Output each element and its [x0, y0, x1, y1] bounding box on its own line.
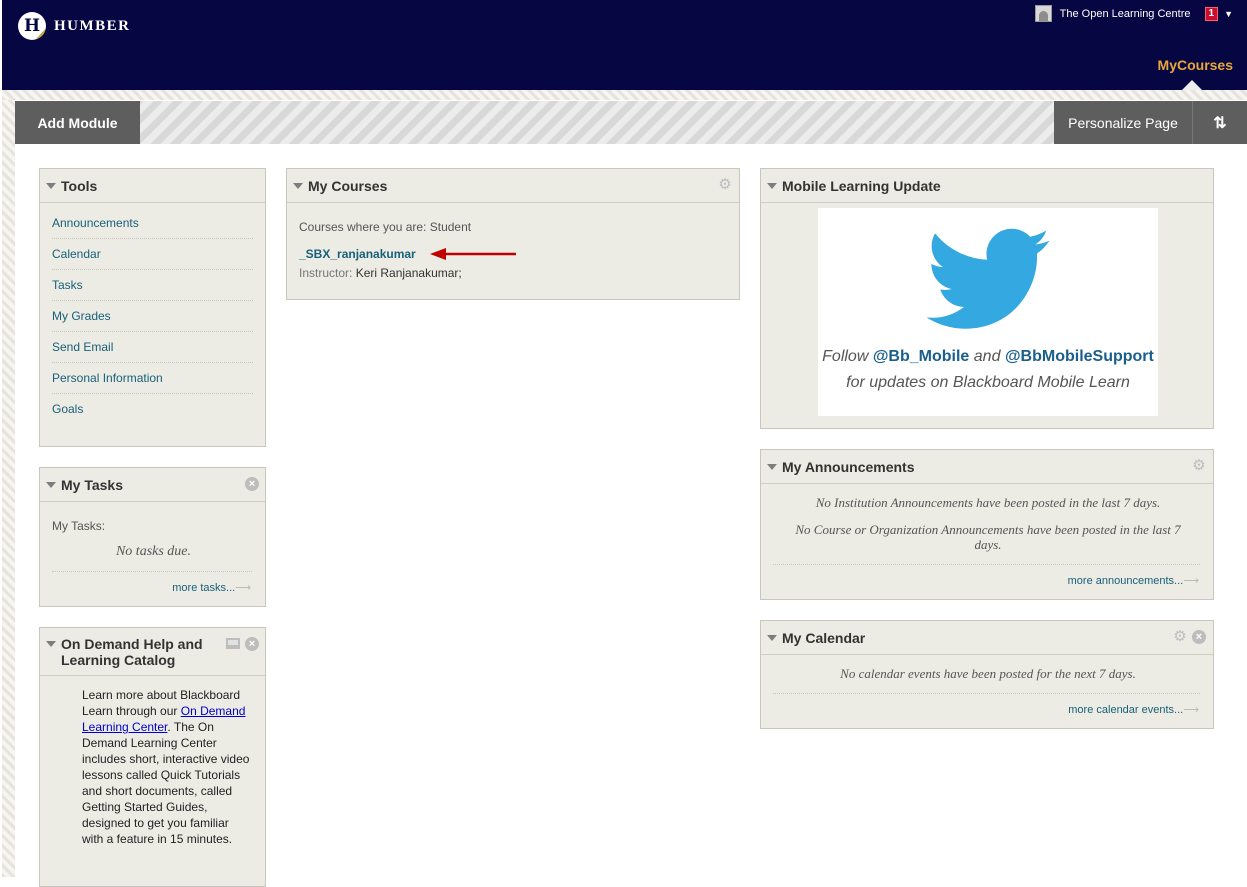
more-link-label: more calendar events... — [1068, 704, 1184, 716]
more-tasks-link[interactable]: more tasks...⟶ — [172, 581, 251, 594]
my-courses-module: My Courses ⚙ Courses where you are: Stud… — [286, 168, 740, 300]
mobile-learning-module: Mobile Learning Update Follow @Bb_Mobile… — [760, 168, 1214, 429]
module-title: Tools — [61, 177, 98, 194]
on-demand-description: Learn more about Blackboard Learn throug… — [82, 687, 252, 847]
announcements-course-text: No Course or Organization Announcements … — [795, 522, 1181, 552]
popout-window-icon[interactable] — [226, 638, 240, 649]
mobile-promo-image[interactable]: Follow @Bb_Mobile and @BbMobileSupport f… — [818, 208, 1158, 416]
module-title: My Tasks — [61, 476, 123, 493]
course-link[interactable]: _SBX_ranjanakumar — [299, 247, 416, 261]
my-announcements-module: My Announcements ⚙ No Institution Announ… — [760, 449, 1214, 600]
module-title-line1: On Demand Help and — [61, 636, 203, 652]
on-demand-help-module: On Demand Help and Learning Catalog × Le… — [39, 627, 266, 887]
module-header[interactable]: On Demand Help and Learning Catalog × — [40, 628, 265, 676]
user-name[interactable]: The Open Learning Centre — [1060, 8, 1191, 20]
decorative-border-left — [2, 100, 15, 877]
module-title-line2: Learning Catalog — [61, 652, 176, 668]
user-menu[interactable]: The Open Learning Centre 1 ▼ — [1034, 5, 1233, 22]
decorative-border-top — [2, 90, 1247, 100]
top-banner: H HUMBER The Open Learning Centre 1 ▼ My… — [2, 0, 1247, 91]
arrow-right-icon: ⟶ — [235, 582, 251, 594]
tasks-label: My Tasks: — [52, 519, 106, 533]
instructor-line: Instructor: Keri Ranjanakumar; — [299, 266, 462, 280]
tool-link-announcements[interactable]: Announcements — [52, 208, 253, 239]
module-header[interactable]: My Announcements ⚙ — [761, 450, 1213, 484]
chevron-down-icon[interactable]: ▼ — [1224, 9, 1233, 19]
instructor-label: Instructor: — [299, 266, 353, 280]
module-header[interactable]: My Calendar ⚙ × — [761, 621, 1213, 655]
more-link-label: more announcements... — [1067, 575, 1184, 587]
collapse-caret-icon[interactable] — [767, 463, 777, 470]
module-header[interactable]: My Tasks × — [40, 468, 265, 502]
gear-icon[interactable]: ⚙ — [1173, 629, 1187, 644]
twitter-bird-icon — [926, 228, 1050, 329]
logo-mark-letter: H — [23, 16, 41, 36]
reorder-icon: ⇅ — [1213, 114, 1227, 132]
module-title: My Calendar — [782, 629, 866, 646]
reorder-modules-button[interactable]: ⇅ — [1193, 101, 1247, 144]
tool-link-tasks[interactable]: Tasks — [52, 270, 253, 301]
add-module-button[interactable]: Add Module — [15, 101, 140, 144]
logo-text: HUMBER — [54, 17, 131, 34]
collapse-caret-icon[interactable] — [46, 481, 56, 488]
humber-logo-mark: H — [18, 12, 46, 40]
collapse-caret-icon[interactable] — [46, 641, 56, 647]
collapse-caret-icon[interactable] — [767, 634, 777, 641]
my-tasks-module: My Tasks × My Tasks: No tasks due. more … — [39, 467, 266, 607]
tools-list: Announcements Calendar Tasks My Grades S… — [40, 203, 265, 424]
personalize-page-button[interactable]: Personalize Page — [1054, 101, 1193, 144]
course-role-text: Courses where you are: Student — [299, 220, 472, 234]
annotation-arrow — [430, 248, 516, 260]
tasks-empty-text: No tasks due. — [115, 544, 192, 559]
arrow-right-icon: ⟶ — [1183, 575, 1199, 587]
close-icon[interactable]: × — [245, 477, 259, 491]
gear-icon[interactable]: ⚙ — [718, 177, 732, 192]
module-header[interactable]: Mobile Learning Update — [761, 169, 1213, 203]
follow-prefix: Follow — [822, 348, 869, 365]
divider — [773, 693, 1200, 694]
divider — [773, 564, 1200, 565]
handle-bb-mobile-support: @BbMobileSupport — [1004, 348, 1154, 365]
collapse-caret-icon[interactable] — [46, 182, 56, 189]
and-word: and — [973, 348, 1001, 365]
tab-mycourses[interactable]: MyCourses — [1158, 57, 1233, 73]
module-header[interactable]: Tools — [40, 169, 265, 203]
more-link-label: more tasks... — [172, 582, 236, 594]
humber-logo[interactable]: H HUMBER — [18, 12, 131, 40]
notification-badge[interactable]: 1 — [1204, 6, 1219, 21]
divider — [52, 571, 252, 572]
gear-icon[interactable]: ⚙ — [1192, 458, 1206, 473]
more-calendar-events-link[interactable]: more calendar events...⟶ — [1068, 703, 1199, 716]
close-icon[interactable]: × — [1192, 630, 1206, 644]
collapse-caret-icon[interactable] — [767, 182, 777, 189]
tool-link-personal-information[interactable]: Personal Information — [52, 363, 253, 394]
tool-link-calendar[interactable]: Calendar — [52, 239, 253, 270]
my-calendar-module: My Calendar ⚙ × No calendar events have … — [760, 620, 1214, 729]
description-text-after: . The On Demand Learning Center includes… — [82, 720, 250, 846]
announcements-institution-text: No Institution Announcements have been p… — [815, 495, 1161, 510]
user-avatar-icon — [1034, 5, 1052, 22]
follow-line: Follow @Bb_Mobile and @BbMobileSupport — [818, 348, 1158, 366]
promo-tagline: for updates on Blackboard Mobile Learn — [846, 374, 1130, 391]
module-title: My Announcements — [782, 458, 915, 475]
calendar-empty-text: No calendar events have been posted for … — [840, 666, 1136, 681]
action-bar: Add Module Personalize Page ⇅ — [15, 101, 1247, 144]
collapse-caret-icon[interactable] — [293, 182, 303, 189]
tool-link-my-grades[interactable]: My Grades — [52, 301, 253, 332]
arrow-right-icon: ⟶ — [1183, 704, 1199, 716]
tool-link-send-email[interactable]: Send Email — [52, 332, 253, 363]
handle-bb-mobile: @Bb_Mobile — [872, 348, 970, 365]
close-icon[interactable]: × — [245, 637, 259, 651]
module-title: My Courses — [308, 177, 388, 194]
tools-module: Tools Announcements Calendar Tasks My Gr… — [39, 168, 266, 447]
more-announcements-link[interactable]: more announcements...⟶ — [1068, 574, 1199, 587]
module-title: Mobile Learning Update — [782, 177, 941, 194]
module-title: On Demand Help and Learning Catalog — [61, 636, 203, 668]
module-header[interactable]: My Courses ⚙ — [287, 169, 739, 203]
tool-link-goals[interactable]: Goals — [52, 394, 253, 424]
instructor-name: Keri Ranjanakumar; — [355, 266, 462, 280]
